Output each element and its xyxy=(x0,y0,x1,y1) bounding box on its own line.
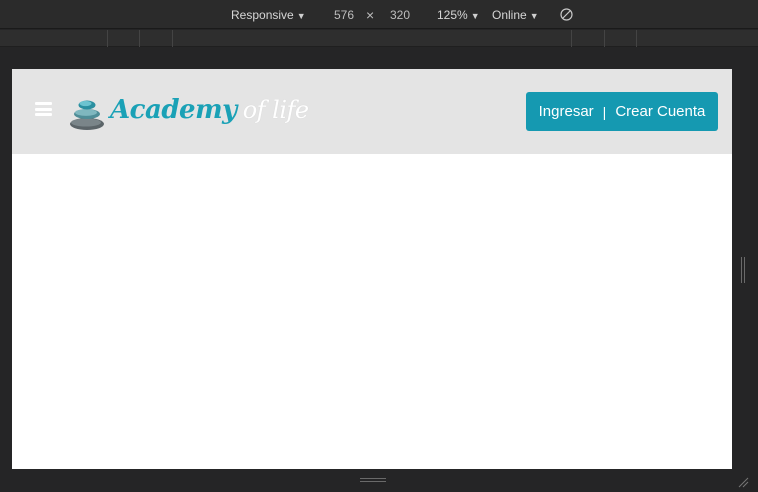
ruler-divider xyxy=(571,30,572,47)
times-icon: × xyxy=(366,7,375,23)
device-mode-dropdown[interactable]: Responsive ▼ xyxy=(231,8,306,22)
network-throttle-dropdown[interactable]: Online ▼ xyxy=(492,8,539,22)
auth-buttons: Ingresar | Crear Cuenta xyxy=(526,92,718,131)
media-query-ruler[interactable] xyxy=(0,30,758,47)
login-link[interactable]: Ingresar xyxy=(539,103,594,120)
logo-wordmark: Academy of life xyxy=(110,95,309,125)
corner-resize-handle[interactable] xyxy=(737,476,749,488)
ruler-divider xyxy=(172,30,173,47)
logo-word-academy: Academy xyxy=(110,95,237,125)
zoom-label: 125% xyxy=(437,8,468,22)
chevron-down-icon: ▼ xyxy=(470,11,480,21)
ruler-divider xyxy=(139,30,140,47)
logo-word-of-life: of life xyxy=(242,96,309,124)
stacked-stones-icon xyxy=(70,100,104,130)
signup-link[interactable]: Crear Cuenta xyxy=(615,103,705,120)
auth-separator: | xyxy=(602,103,607,120)
ruler-divider xyxy=(636,30,637,47)
emulated-viewport: Academy of life Ingresar | Crear Cuenta xyxy=(12,69,732,469)
network-label: Online xyxy=(492,8,527,22)
ruler-divider xyxy=(107,30,108,47)
hamburger-menu-icon[interactable] xyxy=(35,102,52,116)
rotate-icon[interactable] xyxy=(560,8,573,21)
device-mode-label: Responsive xyxy=(231,8,294,22)
ruler-divider xyxy=(604,30,605,47)
devtools-toolbar: Responsive ▼ 576 × 320 125% ▼ Online ▼ xyxy=(0,0,758,29)
chevron-down-icon: ▼ xyxy=(296,11,306,21)
height-input[interactable]: 320 xyxy=(390,8,410,22)
width-input[interactable]: 576 xyxy=(334,8,354,22)
bottom-resize-handle[interactable] xyxy=(360,477,386,483)
site-header: Academy of life Ingresar | Crear Cuenta xyxy=(12,69,732,154)
chevron-down-icon: ▼ xyxy=(529,11,539,21)
zoom-dropdown[interactable]: 125% ▼ xyxy=(437,8,480,22)
right-resize-handle[interactable] xyxy=(740,257,746,283)
